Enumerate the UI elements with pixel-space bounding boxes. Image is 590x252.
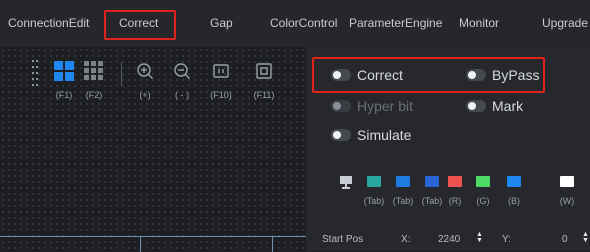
monitor-icon	[339, 176, 353, 189]
hyper-bit-switch	[331, 100, 351, 112]
correct-label: Correct	[357, 67, 403, 83]
menu-parameterengine[interactable]: ParameterEngine	[349, 0, 442, 47]
start-pos-row: Start Pos X: 2240 ▲ ▼ Y: 0 ▲ ▼	[306, 226, 590, 251]
f10-label: (F10)	[210, 90, 232, 100]
x-label: X:	[401, 234, 411, 245]
bypass-label: ByPass	[492, 67, 540, 83]
bypass-toggle[interactable]: ByPass	[466, 66, 539, 84]
color-button-label: (Tab)	[421, 196, 443, 206]
blue-swatch	[507, 176, 521, 187]
zoom-in-icon	[127, 58, 163, 84]
simulate-switch[interactable]	[331, 129, 351, 141]
x-value-input[interactable]: 2240	[438, 234, 460, 245]
green-swatch	[476, 176, 490, 187]
x-spinner-icon[interactable]: ▲ ▼	[476, 231, 483, 244]
f2-label: (F2)	[85, 90, 103, 100]
red-swatch	[448, 176, 462, 187]
correct-switch[interactable]	[331, 69, 351, 81]
fit-f10-button[interactable]: (F10)	[203, 58, 239, 100]
color-button-label: (Tab)	[363, 196, 385, 206]
menu-monitor[interactable]: Monitor	[459, 0, 499, 47]
menu-bar: ConnectionEdit Correct Gap ColorControl …	[0, 0, 590, 47]
red-color-button[interactable]: (R)	[444, 176, 466, 206]
active-menu-highlight	[104, 10, 176, 40]
zoom-in-label: (+)	[139, 90, 151, 100]
start-pos-label: Start Pos	[322, 234, 364, 245]
y-label: Y:	[502, 234, 511, 245]
image-color-button[interactable]: (Tab)	[363, 176, 385, 206]
hyper-bit-toggle: Hyper bit	[331, 97, 413, 115]
color-button-label: (G)	[476, 196, 490, 206]
blue-color-button[interactable]: (B)	[503, 176, 525, 206]
menu-colorcontrol[interactable]: ColorControl	[270, 0, 337, 47]
f11-label: (F11)	[253, 90, 275, 100]
zoom-in-button[interactable]: (+)	[127, 58, 163, 100]
correct-toggle[interactable]: Correct	[331, 66, 403, 84]
grid-four-small-icon	[396, 176, 410, 187]
y-spinner-icon[interactable]: ▲ ▼	[582, 231, 589, 244]
mark-label: Mark	[492, 98, 524, 114]
grid-nine-icon	[76, 58, 112, 84]
simulate-label: Simulate	[357, 127, 412, 143]
layout-f2-button[interactable]: (F2)	[76, 58, 112, 100]
image-icon	[367, 176, 381, 187]
fit-screen-icon	[203, 58, 239, 84]
hyper-bit-label: Hyper bit	[357, 98, 414, 114]
green-color-button[interactable]: (G)	[472, 176, 494, 206]
mark-switch[interactable]	[466, 100, 486, 112]
toolbar-grip-icon[interactable]	[30, 58, 40, 88]
simulate-toggle[interactable]: Simulate	[331, 126, 411, 144]
zoom-out-button[interactable]: ( - )	[164, 58, 200, 100]
white-color-button[interactable]: (W)	[556, 176, 578, 206]
menu-gap[interactable]: Gap	[210, 0, 233, 47]
grid-nine-color-button[interactable]: (Tab)	[421, 176, 443, 206]
cabinet-divider	[140, 237, 141, 252]
fullscreen-icon	[246, 58, 282, 84]
white-swatch	[560, 176, 574, 187]
monitor-color-button[interactable]	[335, 176, 357, 196]
color-button-label: (W)	[559, 196, 575, 206]
cabinet-divider	[272, 237, 273, 252]
cabinet-outline	[0, 236, 306, 252]
mark-toggle[interactable]: Mark	[466, 97, 523, 115]
color-button-label: (Tab)	[392, 196, 414, 206]
color-button-label: (R)	[448, 196, 462, 206]
zoom-out-label: ( - )	[175, 90, 189, 100]
y-value-input[interactable]: 0	[562, 234, 568, 245]
zoom-out-icon	[164, 58, 200, 84]
fullscreen-f11-button[interactable]: (F11)	[246, 58, 282, 100]
toolbar-divider	[121, 62, 122, 86]
menu-connectionedit[interactable]: ConnectionEdit	[8, 0, 89, 47]
color-button-label: (B)	[508, 196, 520, 206]
bypass-switch[interactable]	[466, 69, 486, 81]
grid-four-color-button[interactable]: (Tab)	[392, 176, 414, 206]
grid-nine-small-icon	[425, 176, 439, 187]
menu-upgrade[interactable]: Upgrade	[542, 0, 588, 47]
